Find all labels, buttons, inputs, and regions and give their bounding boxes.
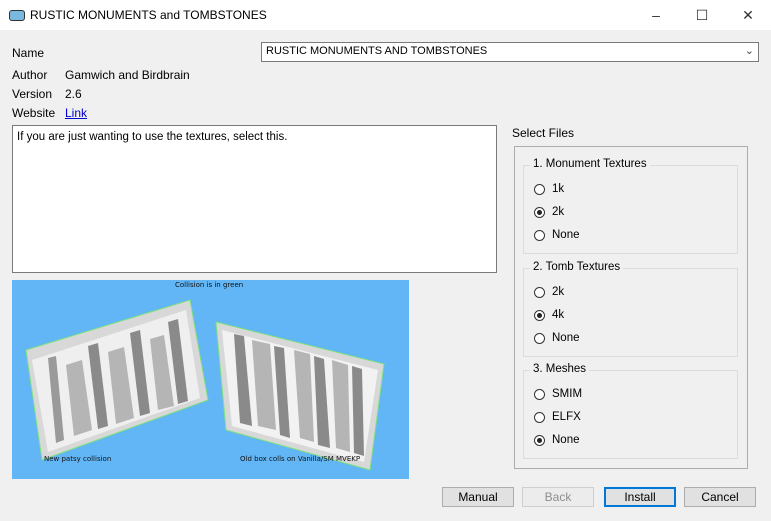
close-button[interactable]: ✕ xyxy=(725,0,771,30)
radio-meshes-smim[interactable]: SMIM xyxy=(534,388,582,400)
chevron-down-icon: ⌄ xyxy=(744,45,754,57)
radio-circle-selected xyxy=(534,434,545,446)
minimize-button[interactable]: – xyxy=(633,0,679,30)
preview-image: Collision is in green New patsy collisio… xyxy=(12,280,409,479)
title-bar: RUSTIC MONUMENTS and TOMBSTONES – ☐ ✕ xyxy=(0,0,771,30)
monument-textures-title: 1. Monument Textures xyxy=(530,158,650,170)
radio-circle xyxy=(534,332,545,344)
website-link[interactable]: Link xyxy=(65,106,87,120)
window-title: RUSTIC MONUMENTS and TOMBSTONES xyxy=(30,8,267,22)
radio-circle xyxy=(534,286,545,298)
tombstone-render-image xyxy=(25,299,385,471)
app-icon xyxy=(9,10,25,21)
name-label: Name xyxy=(12,46,45,60)
website-label: Website xyxy=(12,106,56,120)
radio-tomb-2k[interactable]: 2k xyxy=(534,286,564,298)
radio-monument-none[interactable]: None xyxy=(534,229,580,241)
version-value: 2.6 xyxy=(65,87,82,101)
radio-tomb-4k[interactable]: 4k xyxy=(534,309,564,321)
version-label: Version xyxy=(12,87,53,101)
name-dropdown[interactable]: RUSTIC MONUMENTS AND TOMBSTONES ⌄ xyxy=(261,42,759,62)
preview-caption-left: New patsy collision xyxy=(44,455,112,463)
radio-meshes-elfx[interactable]: ELFX xyxy=(534,411,581,423)
install-button[interactable]: Install xyxy=(604,487,676,507)
radio-circle xyxy=(534,229,545,241)
name-dropdown-value: RUSTIC MONUMENTS AND TOMBSTONES xyxy=(266,45,488,57)
meshes-title: 3. Meshes xyxy=(530,363,590,375)
maximize-button[interactable]: ☐ xyxy=(679,0,725,30)
author-value: Gamwich and Birdbrain xyxy=(65,68,190,82)
radio-monument-1k[interactable]: 1k xyxy=(534,183,564,195)
preview-caption-top: Collision is in green xyxy=(175,281,244,289)
select-files-title: Select Files xyxy=(512,126,575,140)
description-box: If you are just wanting to use the textu… xyxy=(12,125,497,273)
radio-circle xyxy=(534,388,545,400)
author-label: Author xyxy=(12,68,48,82)
cancel-button[interactable]: Cancel xyxy=(684,487,756,507)
radio-monument-2k[interactable]: 2k xyxy=(534,206,564,218)
radio-circle-selected xyxy=(534,206,545,218)
preview-caption-right: Old box colls on Vanilla/SM MVEKP xyxy=(240,455,361,463)
description-text: If you are just wanting to use the textu… xyxy=(17,131,288,143)
radio-circle xyxy=(534,411,545,423)
radio-tomb-none[interactable]: None xyxy=(534,332,580,344)
back-button[interactable]: Back xyxy=(522,487,594,507)
radio-circle-selected xyxy=(534,309,545,321)
tomb-textures-title: 2. Tomb Textures xyxy=(530,261,624,273)
manual-button[interactable]: Manual xyxy=(442,487,514,507)
radio-meshes-none[interactable]: None xyxy=(534,434,580,446)
radio-circle xyxy=(534,183,545,195)
